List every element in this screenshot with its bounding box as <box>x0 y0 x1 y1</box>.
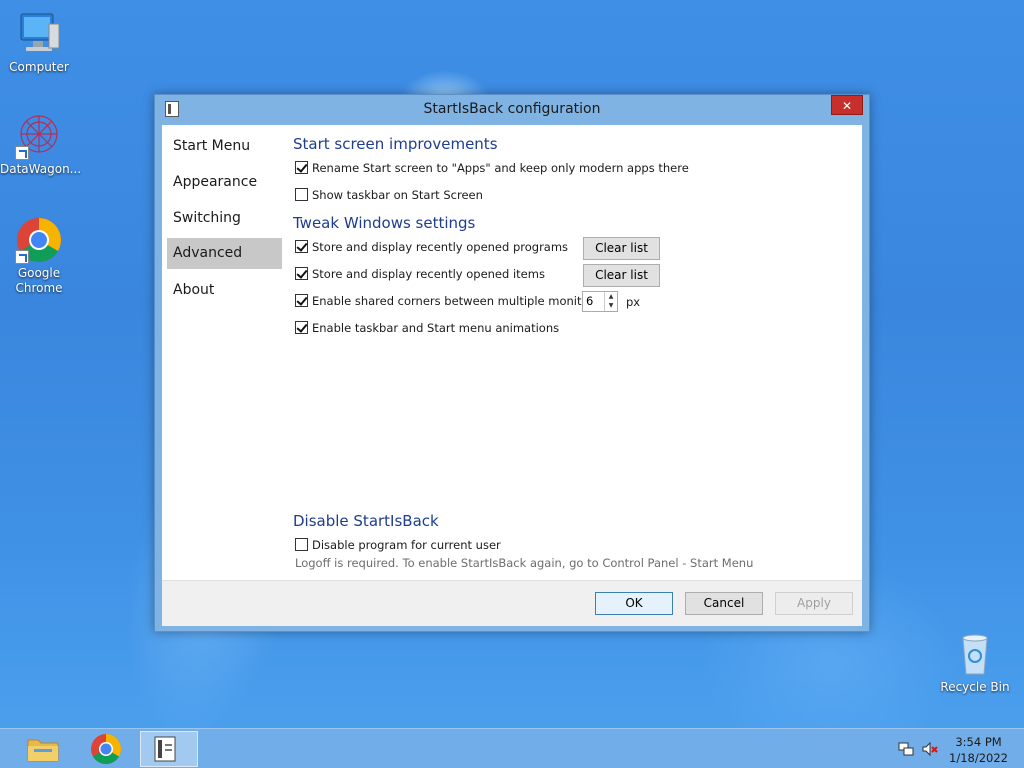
checkbox[interactable] <box>295 161 308 174</box>
datawagon-icon <box>15 112 63 160</box>
desktop-icon-label: Google Chrome <box>15 266 63 295</box>
checkbox[interactable] <box>295 240 308 253</box>
option-recent-items[interactable]: Store and display recently opened items <box>295 267 545 283</box>
checkbox[interactable] <box>295 188 308 201</box>
nav-item-start-menu[interactable]: Start Menu <box>167 131 282 162</box>
checkbox[interactable] <box>295 294 308 307</box>
option-label: Rename Start screen to "Apps" and keep o… <box>312 161 689 175</box>
option-show-taskbar[interactable]: Show taskbar on Start Screen <box>295 188 483 204</box>
clear-programs-button[interactable]: Clear list <box>583 237 660 260</box>
checkbox[interactable] <box>295 267 308 280</box>
window-title: StartIsBack configuration <box>423 101 601 117</box>
nav-item-advanced[interactable]: Advanced <box>167 238 282 269</box>
computer-icon <box>15 10 63 58</box>
window-client: Start Menu Appearance Switching Advanced… <box>162 125 862 626</box>
desktop-icon-label: DataWagon... <box>0 162 82 176</box>
apply-button[interactable]: Apply <box>775 592 853 615</box>
clock-time: 3:54 PM <box>955 735 1002 749</box>
chevron-up-icon[interactable]: ▲ <box>605 292 617 301</box>
option-label: Show taskbar on Start Screen <box>312 188 483 202</box>
chevron-down-icon[interactable]: ▼ <box>605 301 617 310</box>
section-title-disable: Disable StartIsBack <box>293 512 439 530</box>
taskbar: 3:54 PM 1/18/2022 <box>0 728 1024 768</box>
corner-size-stepper[interactable]: 6 ▲ ▼ <box>582 291 618 312</box>
option-label: Store and display recently opened items <box>312 267 545 281</box>
app-icon <box>154 736 176 762</box>
stepper-value[interactable]: 6 <box>586 294 593 308</box>
option-label: Disable program for current user <box>312 538 501 552</box>
clear-items-button[interactable]: Clear list <box>583 264 660 287</box>
network-icon[interactable] <box>898 741 914 757</box>
taskbar-chrome[interactable] <box>77 731 135 767</box>
clock-date: 1/18/2022 <box>949 751 1008 765</box>
nav-item-appearance[interactable]: Appearance <box>167 167 282 198</box>
section-title-tweak: Tweak Windows settings <box>293 214 476 232</box>
desktop-icon-chrome[interactable]: Google Chrome <box>0 216 78 296</box>
desktop-icon-datawagon[interactable]: DataWagon... <box>0 112 82 177</box>
option-recent-programs[interactable]: Store and display recently opened progra… <box>295 240 568 256</box>
option-label: Enable taskbar and Start menu animations <box>312 321 560 335</box>
logoff-note: Logoff is required. To enable StartIsBac… <box>295 556 754 570</box>
checkbox[interactable] <box>295 321 308 334</box>
option-animations[interactable]: Enable taskbar and Start menu animations <box>295 321 559 337</box>
dialog-footer: OK Cancel Apply <box>162 580 862 626</box>
volume-muted-icon[interactable] <box>922 741 938 757</box>
stepper-unit: px <box>626 295 641 309</box>
nav-item-switching[interactable]: Switching <box>167 203 282 234</box>
cancel-button[interactable]: Cancel <box>685 592 763 615</box>
desktop-icon-label: Recycle Bin <box>940 680 1010 694</box>
shortcut-arrow-icon <box>15 250 29 264</box>
taskbar-file-explorer[interactable] <box>14 731 72 767</box>
option-shared-corners[interactable]: Enable shared corners between multiple m… <box>295 294 599 310</box>
option-rename-start-screen[interactable]: Rename Start screen to "Apps" and keep o… <box>295 161 689 177</box>
taskbar-startisback[interactable] <box>140 731 198 767</box>
option-label: Store and display recently opened progra… <box>312 240 569 254</box>
section-title-start-screen: Start screen improvements <box>293 135 498 153</box>
chrome-icon <box>91 734 122 765</box>
desktop-icon-recycle-bin[interactable]: Recycle Bin <box>936 630 1014 695</box>
chrome-icon <box>15 216 63 264</box>
title-bar[interactable]: StartIsBack configuration ✕ <box>155 95 869 123</box>
desktop-icon-label: Computer <box>9 60 69 74</box>
stepper-buttons: ▲ ▼ <box>604 292 617 311</box>
ok-button[interactable]: OK <box>595 592 673 615</box>
shortcut-arrow-icon <box>15 146 29 160</box>
option-disable-program[interactable]: Disable program for current user <box>295 538 501 554</box>
recycle-bin-icon <box>951 630 999 678</box>
desktop-icon-computer[interactable]: Computer <box>0 10 78 75</box>
clock[interactable]: 3:54 PM 1/18/2022 <box>949 734 1008 766</box>
checkbox[interactable] <box>295 538 308 551</box>
close-button[interactable]: ✕ <box>831 95 863 115</box>
nav-item-about[interactable]: About <box>167 275 282 306</box>
config-window: StartIsBack configuration ✕ Start Menu A… <box>154 94 870 632</box>
option-label: Enable shared corners between multiple m… <box>312 294 600 308</box>
folder-icon <box>27 739 59 762</box>
